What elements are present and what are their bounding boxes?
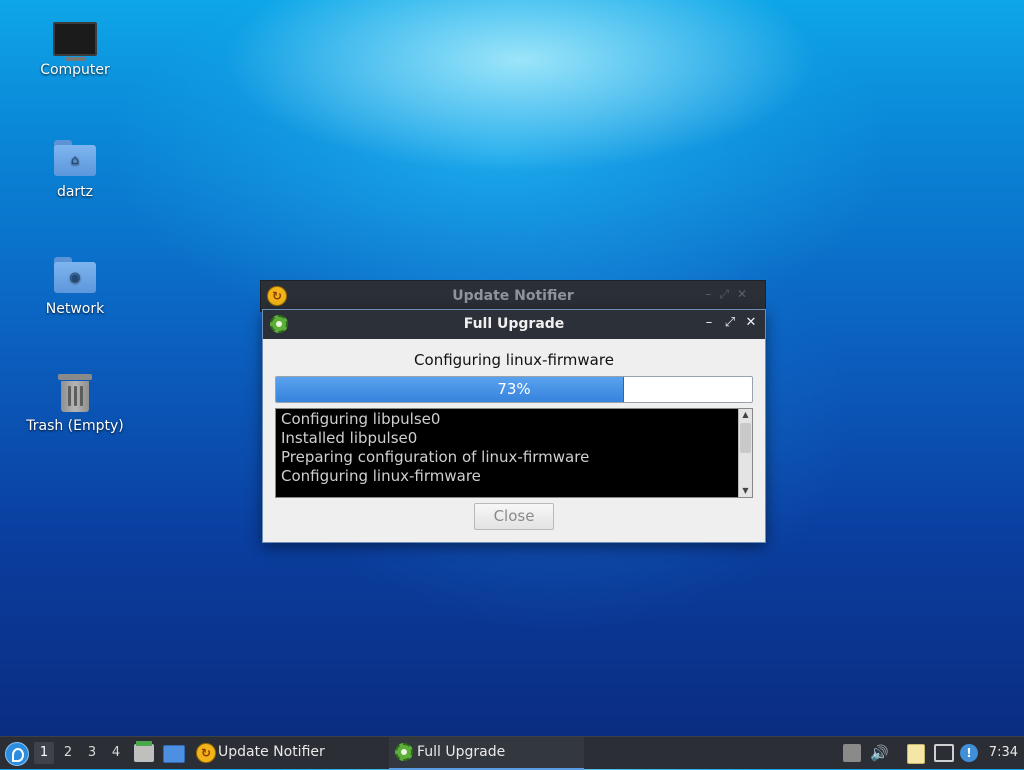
dialog-titlebar[interactable]: Full Upgrade – ⤢ ✕ [263,310,765,339]
volume-icon[interactable]: 🔊 [870,744,889,762]
update-notifier-icon: ↻ [196,743,216,763]
workspace-4[interactable]: 4 [106,742,126,764]
clock[interactable]: 7:34 [989,737,1018,769]
desktop-icon-label: Network [45,301,105,317]
scrollbar-thumb[interactable] [740,423,751,453]
workspace-3[interactable]: 3 [82,742,102,764]
start-menu-icon[interactable] [5,742,29,766]
trash-icon [53,374,97,414]
log-line: Configuring linux-firmware [281,467,481,485]
status-text: Configuring linux-firmware [414,351,614,369]
update-notifier-window[interactable]: ↻ Update Notifier –⤢✕ [260,280,766,312]
desktop-icon-trash[interactable]: Trash (Empty) [15,374,135,434]
progress-bar: 73% [275,376,753,403]
full-upgrade-dialog: Full Upgrade – ⤢ ✕ Configuring linux-fir… [262,309,766,543]
update-available-icon[interactable]: ! [960,744,978,762]
network-icon[interactable] [934,744,954,762]
desktop-icon-label: dartz [56,184,94,200]
progress-label: 73% [497,380,531,398]
scroll-up-arrow-icon[interactable]: ▲ [739,409,752,421]
eject-icon[interactable] [843,744,861,762]
log-line: Preparing configuration of linux-firmwar… [281,448,590,466]
taskbar: 1 2 3 4 ↻ Update Notifier Full Upgrade 🔊… [0,736,1024,770]
file-manager-icon[interactable] [134,741,154,762]
desktop-icon-label: Computer [40,62,110,78]
log-scrollbar[interactable]: ▲ ▼ [738,409,752,497]
desktop-icon-network[interactable]: ◉ Network [15,257,135,317]
task-update-notifier[interactable]: ↻ Update Notifier [190,737,380,768]
window-title: Update Notifier [452,288,574,304]
clipboard-icon[interactable] [907,744,925,764]
log-lines: Configuring libpulse0 Installed libpulse… [281,410,589,486]
workspace-1[interactable]: 1 [34,742,54,764]
computer-icon [53,22,97,61]
desktop-icon-label: Trash (Empty) [26,418,124,434]
scroll-down-arrow-icon[interactable]: ▼ [739,485,752,497]
home-folder-icon: ⌂ [53,140,97,180]
task-label: Full Upgrade [417,744,506,760]
task-label: Update Notifier [218,744,325,760]
dialog-title: Full Upgrade [463,316,565,332]
minimize-button[interactable]: – [701,315,717,330]
log-output[interactable]: Configuring libpulse0 Installed libpulse… [275,408,753,498]
gear-icon [395,743,413,761]
show-desktop-icon[interactable] [163,745,185,763]
workspace-2[interactable]: 2 [58,742,78,764]
log-line: Configuring libpulse0 [281,410,441,428]
desktop-icon-home[interactable]: ⌂ dartz [15,140,135,200]
network-folder-icon: ◉ [53,257,97,297]
task-full-upgrade[interactable]: Full Upgrade [389,737,584,770]
maximize-button[interactable]: ⤢ [722,315,738,330]
log-line: Installed libpulse0 [281,429,418,447]
desktop-icon-computer[interactable]: Computer [15,22,135,78]
close-button[interactable]: Close [474,503,554,530]
close-window-button[interactable]: ✕ [743,315,759,330]
window-controls[interactable]: –⤢✕ [705,287,755,302]
